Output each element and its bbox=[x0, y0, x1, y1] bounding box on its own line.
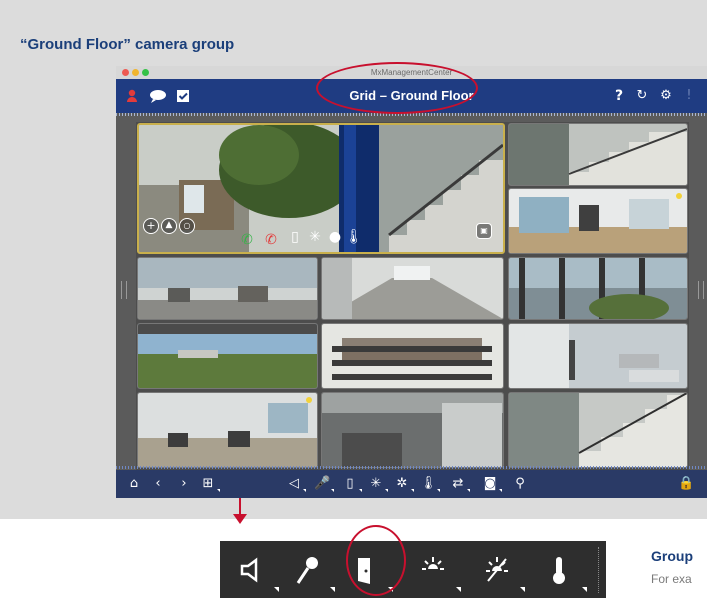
door-icon[interactable]: ▯ bbox=[342, 476, 362, 492]
lock-icon[interactable]: 🔒 bbox=[678, 476, 694, 492]
dropdown-caret bbox=[274, 587, 279, 592]
side-paragraph: For exa bbox=[651, 572, 692, 586]
toolbar-divider bbox=[598, 547, 600, 593]
previous-icon[interactable]: ‹ bbox=[150, 476, 166, 492]
light-on-icon[interactable]: ✳ bbox=[307, 229, 323, 245]
add-icon[interactable]: + bbox=[143, 218, 159, 234]
camera-tile[interactable] bbox=[321, 323, 504, 389]
help-icon[interactable]: ? bbox=[612, 88, 626, 104]
camera-tile[interactable] bbox=[321, 257, 504, 320]
app-window: MxManagementCenter Grid – Ground Floor ?… bbox=[116, 66, 707, 498]
light-off-icon[interactable]: ✲ bbox=[394, 476, 414, 492]
camera-tile[interactable] bbox=[137, 257, 318, 320]
bulb-icon[interactable]: ● bbox=[327, 229, 343, 245]
mountain-icon[interactable]: ▲ bbox=[161, 218, 177, 234]
light-off-icon[interactable] bbox=[480, 553, 514, 587]
speaker-icon[interactable]: ◁ bbox=[286, 476, 306, 492]
camera-tile[interactable] bbox=[321, 392, 504, 468]
door-highlight-circle bbox=[346, 525, 406, 596]
figure-heading: “Ground Floor” camera group bbox=[20, 36, 235, 53]
status-dot bbox=[676, 193, 682, 199]
thermometer-icon[interactable]: 🌡 bbox=[420, 476, 440, 492]
home-icon[interactable]: ⌂ bbox=[126, 476, 142, 492]
door-icon[interactable]: ▯ bbox=[287, 229, 303, 245]
refresh-icon[interactable]: ↻ bbox=[634, 88, 650, 104]
next-icon[interactable]: › bbox=[176, 476, 192, 492]
phone-accept-icon[interactable]: ✆ bbox=[239, 232, 255, 248]
link-icon[interactable]: ⚲ bbox=[512, 476, 528, 492]
camera-tile[interactable] bbox=[137, 323, 318, 389]
light-on-icon[interactable]: ✳ bbox=[368, 476, 388, 492]
camera-grid: + ▲ ○ ✆ ✆ ▯ ✳ ● 🌡 ▣ bbox=[136, 122, 689, 470]
settings-gear-icon[interactable]: ⚙ bbox=[658, 88, 674, 104]
title-highlight-circle bbox=[316, 62, 478, 114]
camera-tile[interactable] bbox=[508, 323, 688, 389]
toolbar-zoom bbox=[220, 541, 606, 598]
bottom-toolbar: ⌂ ‹ › ⊞ ◁ 🎤 ▯ ✳ ✲ 🌡 ⇄ ◙ ⚲ 🔒 bbox=[116, 470, 707, 498]
light-on-icon[interactable] bbox=[416, 553, 450, 587]
side-heading: Group bbox=[651, 548, 693, 564]
dotted-separator bbox=[116, 466, 707, 469]
dropdown-caret bbox=[582, 587, 587, 592]
camera-tile[interactable] bbox=[508, 123, 688, 186]
right-collapse-handle[interactable] bbox=[698, 281, 704, 299]
left-collapse-handle[interactable] bbox=[121, 281, 127, 299]
callout-arrow-head bbox=[233, 514, 247, 524]
record-icon[interactable]: ○ bbox=[179, 218, 195, 234]
speaker-icon[interactable] bbox=[234, 553, 268, 587]
camera-tile[interactable] bbox=[508, 188, 688, 254]
thermometer-icon[interactable] bbox=[542, 553, 576, 587]
dropdown-caret bbox=[456, 587, 461, 592]
dropdown-caret bbox=[330, 587, 335, 592]
layout-icon[interactable]: ⊞ bbox=[200, 476, 220, 492]
status-dot bbox=[306, 397, 312, 403]
dropdown-caret bbox=[520, 587, 525, 592]
camera-tile[interactable] bbox=[508, 257, 688, 320]
figure-panel: “Ground Floor” camera group MxManagement… bbox=[0, 0, 707, 519]
camera-tile[interactable] bbox=[508, 392, 688, 468]
camera-icon[interactable]: ◙ bbox=[482, 476, 502, 492]
microphone-icon[interactable]: 🎤 bbox=[314, 476, 334, 492]
camera-tile-main[interactable]: + ▲ ○ ✆ ✆ ▯ ✳ ● 🌡 ▣ bbox=[137, 123, 505, 254]
phone-hangup-icon[interactable]: ✆ bbox=[263, 232, 279, 248]
camera-tile[interactable] bbox=[137, 392, 318, 468]
exclamation-icon[interactable]: ! bbox=[682, 88, 696, 104]
thermometer-icon[interactable]: 🌡 bbox=[345, 229, 363, 245]
transfer-icon[interactable]: ⇄ bbox=[450, 476, 470, 492]
microphone-icon[interactable] bbox=[290, 553, 324, 587]
snapshot-icon[interactable]: ▣ bbox=[476, 223, 492, 239]
